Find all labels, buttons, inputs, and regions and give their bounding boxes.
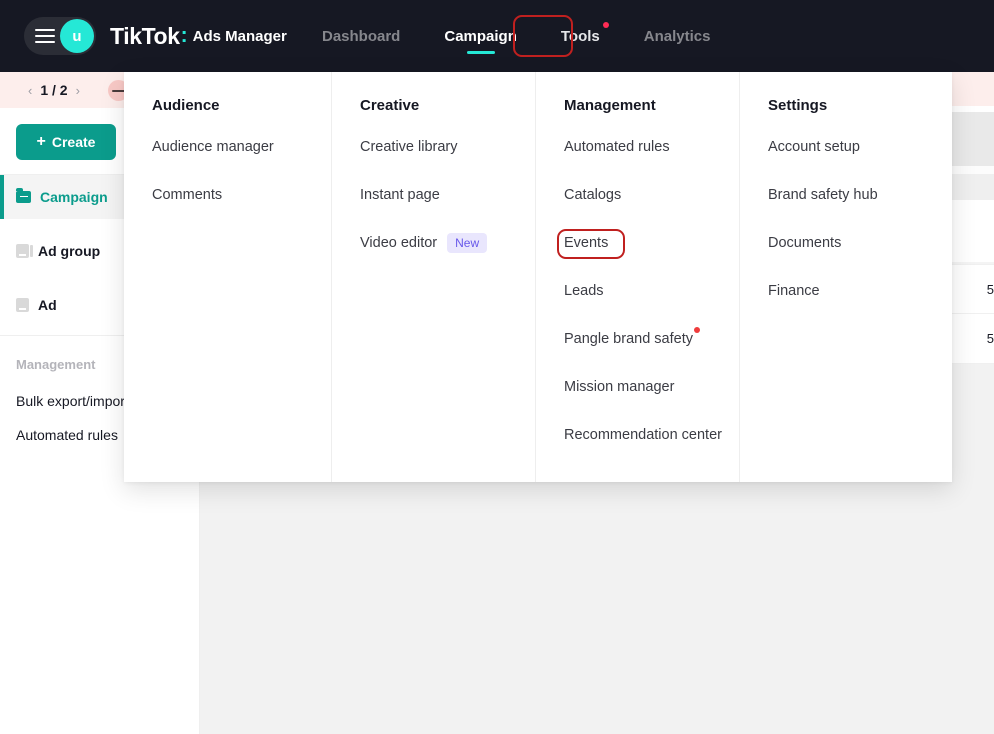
nav-tab-dashboard[interactable]: Dashboard [300, 0, 422, 72]
sidebar-section-title: Management [16, 357, 96, 372]
nav-tab-campaign[interactable]: Campaign [422, 0, 539, 72]
menu-item-comments[interactable]: Comments [152, 185, 222, 205]
tools-dropdown-menu: Audience Audience manager Comments Creat… [124, 72, 952, 482]
menu-item-label: Pangle brand safety [564, 331, 693, 347]
folder-icon [16, 188, 31, 203]
menu-item-brand-safety-hub[interactable]: Brand safety hub [768, 185, 878, 205]
sidebar-item-label: Ad group [38, 243, 101, 259]
menu-toggle-button[interactable]: u [24, 17, 96, 55]
column-heading: Creative [360, 97, 420, 114]
sidebar-item-automated-rules[interactable]: Automated rules [16, 427, 118, 443]
menu-item-instant-page[interactable]: Instant page [360, 185, 440, 205]
pager-label: 1 / 2 [40, 82, 68, 98]
brand-colon: : [180, 24, 188, 47]
menu-item-recommendation-center[interactable]: Recommendation center [564, 425, 722, 445]
hamburger-icon [35, 29, 55, 43]
nav-tab-label: Campaign [444, 27, 517, 45]
dropdown-column-management: Management Automated rules Catalogs Even… [535, 72, 739, 482]
notification-dot-icon [602, 22, 609, 28]
dropdown-column-creative: Creative Creative library Instant page V… [331, 72, 535, 482]
nav-tab-tools[interactable]: Tools [539, 0, 622, 72]
menu-item-mission-manager[interactable]: Mission manager [564, 377, 674, 397]
create-button-label: Create [51, 134, 96, 150]
dropdown-column-audience: Audience Audience manager Comments [124, 72, 331, 482]
nav-tab-label: Dashboard [322, 27, 401, 45]
ad-group-icon [16, 244, 33, 258]
menu-item-finance[interactable]: Finance [768, 281, 820, 301]
brand-name: TikTok [110, 22, 180, 49]
menu-item-pangle-brand-safety[interactable]: Pangle brand safety [564, 327, 700, 349]
sidebar-item-label: Ad [38, 297, 57, 313]
new-badge: New [447, 233, 488, 253]
nav-tab-label: Analytics [643, 27, 711, 45]
table-cell-value: 5 [986, 282, 994, 297]
menu-item-catalogs[interactable]: Catalogs [564, 185, 621, 205]
nav-tab-analytics[interactable]: Analytics [622, 0, 733, 72]
menu-item-audience-manager[interactable]: Audience manager [152, 137, 274, 157]
menu-item-events[interactable]: Events [564, 233, 608, 253]
menu-item-account-setup[interactable]: Account setup [768, 137, 860, 157]
column-heading: Settings [768, 97, 828, 114]
menu-item-video-editor[interactable]: Video editor New [360, 233, 488, 253]
primary-nav: Dashboard Campaign Tools Analytics [300, 0, 732, 72]
sidebar-item-bulk-export-import[interactable]: Bulk export/import [16, 393, 129, 409]
plus-icon: + [36, 133, 46, 150]
brand-product-name: Ads Manager [192, 27, 287, 45]
column-heading: Audience [152, 97, 220, 114]
ad-icon [16, 298, 29, 312]
nav-tab-label: Tools [560, 27, 600, 45]
menu-item-automated-rules[interactable]: Automated rules [564, 137, 670, 157]
menu-item-documents[interactable]: Documents [768, 233, 841, 253]
menu-item-leads[interactable]: Leads [564, 281, 604, 301]
alert-dot-icon [693, 327, 700, 333]
sidebar-item-label: Campaign [40, 189, 108, 205]
brand-logo: TikTok : Ads Manager [110, 0, 287, 72]
table-cell-value: 5 [986, 331, 994, 346]
menu-item-label: Video editor [360, 235, 438, 251]
top-navigation-bar: u TikTok : Ads Manager Dashboard Campaig… [0, 0, 994, 72]
menu-item-creative-library[interactable]: Creative library [360, 137, 458, 157]
pager-next-icon[interactable]: › [76, 83, 80, 98]
avatar[interactable]: u [60, 19, 94, 53]
pager-prev-icon[interactable]: ‹ [28, 83, 32, 98]
app-root: 5 5 ‹ 1 / 2 › + Create Campaign Ad group [0, 0, 994, 734]
create-button[interactable]: + Create [16, 124, 116, 160]
dropdown-column-settings: Settings Account setup Brand safety hub … [739, 72, 952, 482]
column-heading: Management [564, 97, 656, 114]
